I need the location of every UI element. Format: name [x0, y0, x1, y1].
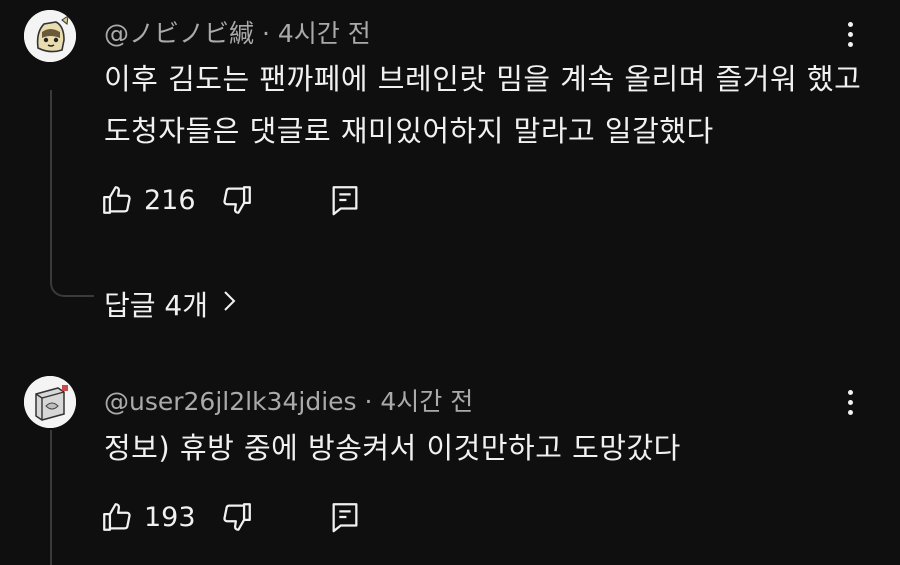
comment-meta: @ノビノビ緘 · 4시간 전 — [104, 14, 371, 50]
reply-icon — [332, 186, 358, 216]
comment-author[interactable]: @ノビノビ緘 — [104, 19, 254, 48]
comment-time[interactable]: 4시간 전 — [380, 387, 473, 416]
chevron-right-icon — [222, 289, 238, 319]
more-vert-icon[interactable] — [838, 382, 862, 422]
thumbs-down-icon — [223, 186, 251, 214]
comment-meta: @user26jl2lk34jdies · 4시간 전 — [104, 382, 473, 418]
like-button[interactable]: 216 — [100, 180, 196, 220]
dislike-button[interactable] — [220, 497, 254, 537]
more-vert-icon[interactable] — [838, 14, 862, 54]
thumbs-down-icon — [223, 503, 251, 531]
thumbs-up-icon — [103, 503, 131, 531]
view-replies-button[interactable]: 답글 4개 — [104, 284, 238, 324]
replies-count: 답글 4개 — [104, 289, 208, 322]
avatar[interactable] — [24, 376, 76, 428]
reply-icon — [332, 503, 358, 533]
comment-author[interactable]: @user26jl2lk34jdies — [104, 387, 357, 416]
meta-separator: · — [364, 387, 373, 416]
comment-text-line: 도청자들은 댓글로 재미있어하지 말라고 일갈했다 — [104, 114, 714, 148]
dislike-button[interactable] — [220, 180, 254, 220]
comment-text-line: 정보) 휴방 중에 방송켜서 이것만하고 도망갔다 — [104, 431, 681, 465]
like-button[interactable]: 193 — [100, 497, 196, 537]
comment-text-line: 이후 김도는 팬까페에 브레인랏 밈을 계속 올리며 즐거워 했고 — [104, 62, 862, 96]
comment-time[interactable]: 4시간 전 — [278, 19, 371, 48]
reply-thread-line — [50, 90, 94, 297]
reply-button[interactable] — [328, 497, 362, 537]
avatar[interactable] — [24, 10, 76, 62]
thumbs-up-icon — [103, 186, 131, 214]
reply-thread-line — [50, 430, 52, 565]
meta-separator: · — [261, 19, 270, 48]
like-count: 216 — [144, 184, 196, 216]
like-count: 193 — [144, 501, 196, 533]
reply-button[interactable] — [328, 180, 362, 220]
